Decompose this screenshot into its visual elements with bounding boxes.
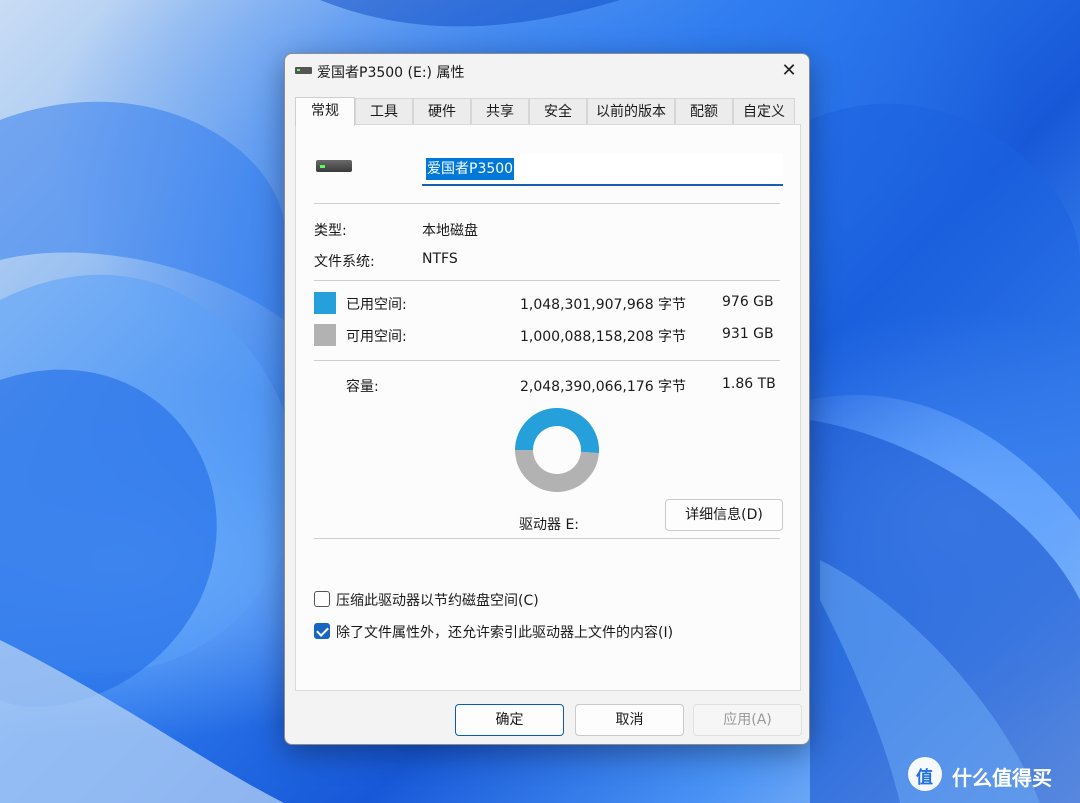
tab-tools[interactable]: 工具 bbox=[355, 98, 413, 125]
index-checkbox[interactable] bbox=[314, 623, 330, 639]
details-button[interactable]: 详细信息(D) bbox=[665, 499, 783, 531]
tab-customize[interactable]: 自定义 bbox=[733, 98, 795, 125]
tab-general[interactable]: 常规 bbox=[295, 97, 355, 126]
free-space-swatch bbox=[314, 324, 336, 346]
drive-icon bbox=[295, 67, 312, 74]
filesystem-value: NTFS bbox=[422, 251, 458, 267]
title-bar: 爱国者P3500 (E:) 属性 ✕ bbox=[285, 54, 809, 88]
used-space-bytes: 1,048,301,907,968 字节 bbox=[520, 297, 687, 313]
free-space-size: 931 GB bbox=[722, 326, 774, 342]
used-space-label: 已用空间: bbox=[346, 297, 407, 313]
tab-security[interactable]: 安全 bbox=[529, 98, 587, 125]
divider bbox=[314, 538, 780, 539]
used-space-swatch bbox=[314, 292, 336, 314]
window-title: 爱国者P3500 (E:) 属性 bbox=[317, 65, 465, 81]
divider bbox=[314, 280, 780, 281]
tab-sharing[interactable]: 共享 bbox=[471, 98, 529, 125]
compress-checkbox[interactable] bbox=[314, 591, 330, 607]
watermark-logo-icon bbox=[908, 757, 942, 791]
free-space-bytes: 1,000,088,158,208 字节 bbox=[520, 329, 687, 345]
ok-button[interactable]: 确定 bbox=[455, 704, 564, 736]
general-panel: 爱国者P3500 类型: 本地磁盘 文件系统: NTFS 已用空间: 1,048… bbox=[295, 124, 801, 691]
used-space-size: 976 GB bbox=[722, 294, 774, 310]
watermark-text: 什么值得买 bbox=[952, 766, 1052, 790]
tab-quota[interactable]: 配额 bbox=[675, 98, 733, 125]
capacity-label: 容量: bbox=[346, 379, 379, 395]
donut-hole bbox=[533, 426, 581, 474]
volume-name-selected-text: 爱国者P3500 bbox=[426, 158, 515, 180]
disk-usage-donut bbox=[515, 408, 599, 493]
apply-button[interactable]: 应用(A) bbox=[693, 704, 802, 736]
tab-bar: 常规 工具 硬件 共享 安全 以前的版本 配额 自定义 bbox=[295, 97, 801, 126]
index-label: 除了文件属性外，还允许索引此驱动器上文件的内容(I) bbox=[336, 625, 674, 641]
filesystem-label: 文件系统: bbox=[314, 254, 375, 270]
drive-letter-label: 驱动器 E: bbox=[519, 517, 580, 533]
properties-dialog: 爱国者P3500 (E:) 属性 ✕ 常规 工具 硬件 共享 安全 以前的版本 … bbox=[284, 53, 810, 745]
tab-hardware[interactable]: 硬件 bbox=[413, 98, 471, 125]
free-space-label: 可用空间: bbox=[346, 329, 407, 345]
divider bbox=[314, 203, 780, 204]
type-label: 类型: bbox=[314, 223, 347, 239]
cancel-button[interactable]: 取消 bbox=[575, 704, 684, 736]
close-button[interactable]: ✕ bbox=[775, 58, 803, 84]
tab-previous-versions[interactable]: 以前的版本 bbox=[587, 98, 675, 125]
capacity-bytes: 2,048,390,066,176 字节 bbox=[520, 379, 687, 395]
compress-label: 压缩此驱动器以节约磁盘空间(C) bbox=[336, 593, 539, 609]
divider bbox=[314, 360, 780, 361]
capacity-size: 1.86 TB bbox=[722, 376, 776, 392]
type-value: 本地磁盘 bbox=[422, 223, 478, 239]
drive-icon-large bbox=[316, 160, 352, 172]
